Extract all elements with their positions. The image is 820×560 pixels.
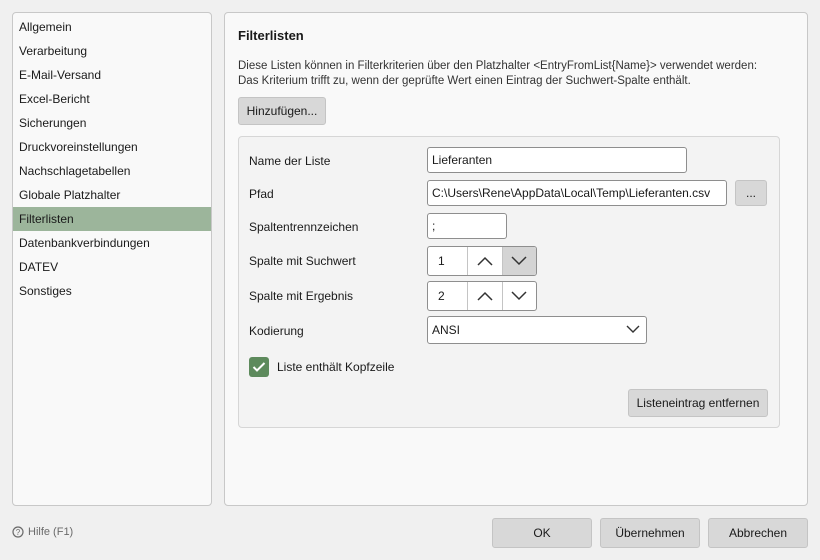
add-list-button[interactable]: Hinzufügen...: [238, 97, 326, 125]
description-line-1: Diese Listen können in Filterkriterien ü…: [238, 60, 758, 72]
chevron-down-icon: [511, 256, 527, 266]
result-column-increment[interactable]: [468, 282, 502, 310]
sidebar-item-verarbeitung[interactable]: Verarbeitung: [13, 39, 211, 63]
result-column-decrement[interactable]: [501, 282, 537, 310]
encoding-select[interactable]: ANSI: [427, 316, 647, 344]
header-row-checkbox-label[interactable]: Liste enthält Kopfzeile: [277, 360, 394, 374]
path-input[interactable]: C:\Users\Rene\AppData\Local\Temp\Liefera…: [427, 180, 727, 206]
separator-input[interactable]: ;: [427, 213, 507, 239]
result-column-label: Spalte mit Ergebnis: [249, 289, 354, 303]
sidebar-item-filterlisten[interactable]: Filterlisten: [13, 207, 211, 231]
help-link[interactable]: ? Hilfe (F1): [12, 526, 73, 538]
encoding-label: Kodierung: [249, 324, 304, 338]
result-column-stepper: 2: [427, 281, 537, 311]
sidebar-item-sicherungen[interactable]: Sicherungen: [13, 111, 211, 135]
sidebar-item-globale-platzhalter[interactable]: Globale Platzhalter: [13, 183, 211, 207]
list-name-label: Name der Liste: [249, 154, 331, 168]
search-column-decrement[interactable]: [501, 247, 536, 275]
sidebar-item-druckvoreinstellungen[interactable]: Druckvoreinstellungen: [13, 135, 211, 159]
description-line-2: Das Kriterium trifft zu, wenn der geprüf…: [238, 75, 691, 87]
remove-entry-button[interactable]: Listeneintrag entfernen: [628, 389, 768, 417]
sidebar-item-email-versand[interactable]: E-Mail-Versand: [13, 63, 211, 87]
page-description: Diese Listen können in Filterkriterien ü…: [238, 59, 798, 89]
sidebar-item-sonstiges[interactable]: Sonstiges: [13, 279, 211, 303]
settings-sidebar: Allgemein Verarbeitung E-Mail-Versand Ex…: [12, 12, 212, 506]
search-column-value[interactable]: 1: [428, 247, 468, 275]
sidebar-item-excel-bericht[interactable]: Excel-Bericht: [13, 87, 211, 111]
result-column-value[interactable]: 2: [428, 282, 468, 310]
search-column-label: Spalte mit Suchwert: [249, 254, 356, 268]
encoding-value: ANSI: [432, 323, 461, 337]
ok-button[interactable]: OK: [492, 518, 592, 548]
sidebar-item-allgemein[interactable]: Allgemein: [13, 15, 211, 39]
sidebar-item-nachschlagetabellen[interactable]: Nachschlagetabellen: [13, 159, 211, 183]
page-title: Filterlisten: [238, 28, 304, 43]
list-entry-card: Name der Liste Lieferanten Pfad C:\Users…: [238, 136, 780, 428]
cancel-button[interactable]: Abbrechen: [708, 518, 808, 548]
apply-button[interactable]: Übernehmen: [600, 518, 700, 548]
header-row-checkbox[interactable]: [249, 357, 269, 377]
sidebar-item-datev[interactable]: DATEV: [13, 255, 211, 279]
separator-label: Spaltentrennzeichen: [249, 220, 359, 234]
chevron-up-icon: [477, 256, 493, 266]
chevron-down-icon: [626, 325, 640, 333]
checkmark-icon: [252, 362, 266, 372]
search-column-stepper: 1: [427, 246, 537, 276]
path-label: Pfad: [249, 187, 274, 201]
list-name-input[interactable]: Lieferanten: [427, 147, 687, 173]
search-column-increment[interactable]: [468, 247, 502, 275]
chevron-up-icon: [477, 291, 493, 301]
help-label: Hilfe (F1): [28, 526, 74, 538]
browse-button[interactable]: ...: [735, 180, 767, 206]
chevron-down-icon: [511, 291, 527, 301]
svg-text:?: ?: [16, 528, 21, 537]
sidebar-item-datenbankverbindungen[interactable]: Datenbankverbindungen: [13, 231, 211, 255]
filterlisten-panel: Filterlisten Diese Listen können in Filt…: [224, 12, 808, 506]
help-icon: ?: [12, 526, 24, 538]
